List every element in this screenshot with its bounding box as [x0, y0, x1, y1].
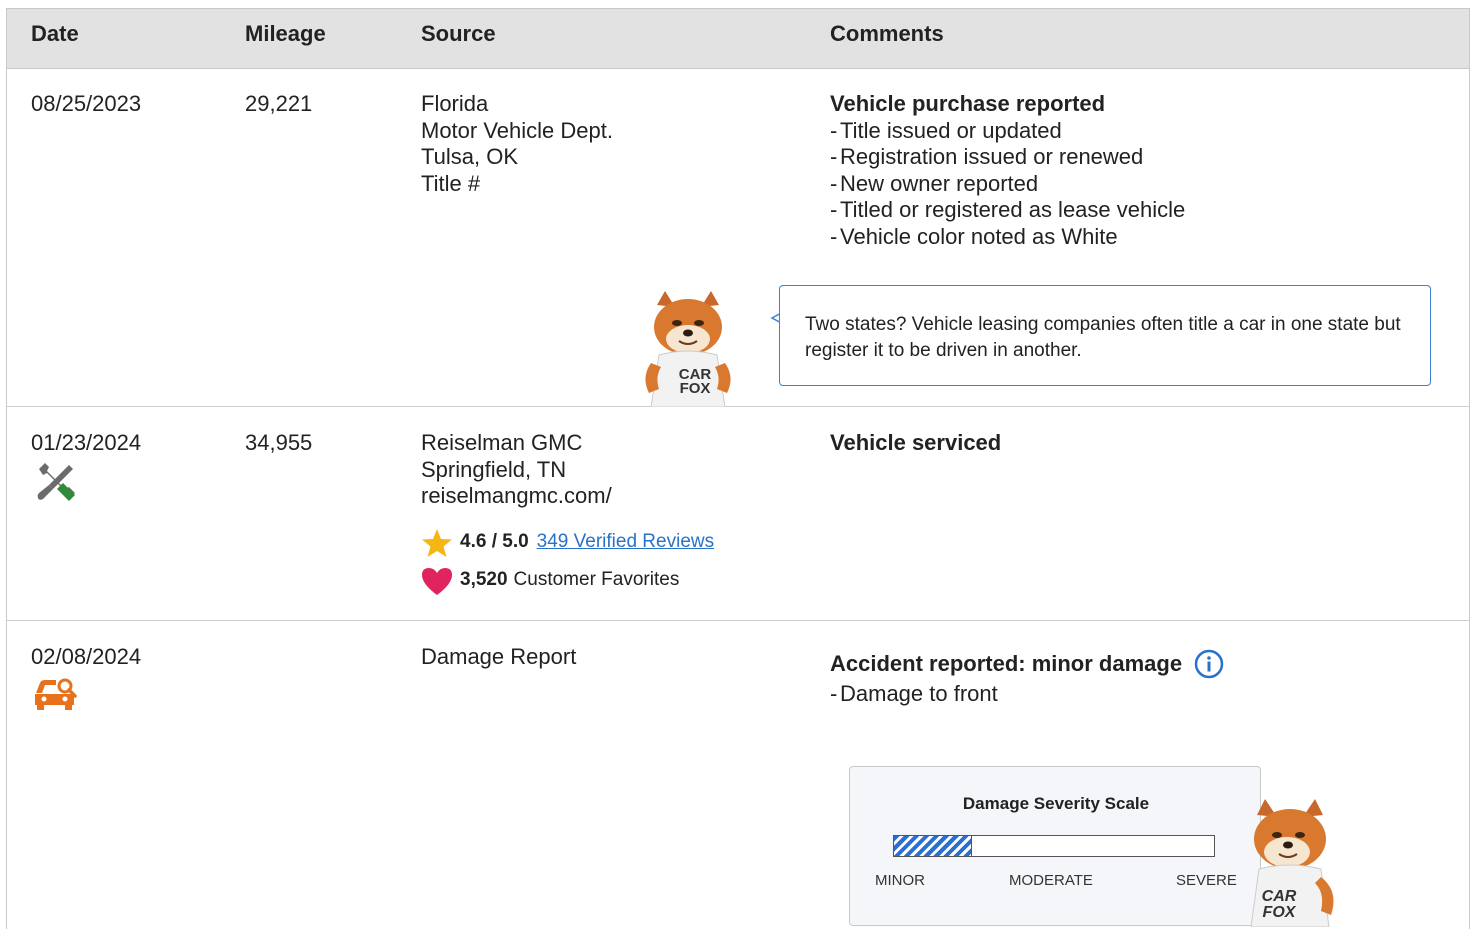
comment-item: Damage to front — [830, 681, 1224, 708]
row-date: 02/08/2024 — [31, 644, 142, 669]
source-line: reiselmangmc.com/ — [421, 483, 612, 508]
rating-line: 4.6 / 5.0 349 Verified Reviews — [421, 528, 714, 558]
favorites-count: 3,520 — [460, 569, 508, 591]
tip-callout: Two states? Vehicle leasing companies of… — [779, 285, 1431, 386]
source-line: Springfield, TN — [421, 456, 567, 482]
table-header: Date Mileage Source Comments — [7, 9, 1469, 69]
comment-item: Title issued or updated — [830, 118, 1185, 145]
comment-title: Accident reported: minor damage — [830, 650, 1183, 676]
table-row: 02/08/2024 Damage Report Accident report… — [7, 621, 1469, 941]
info-icon[interactable] — [1194, 649, 1224, 679]
source-line: Tulsa, OK — [421, 144, 518, 169]
row-comments: Vehicle purchase reported Title issued o… — [830, 91, 1185, 250]
source-line: Florida — [421, 91, 489, 116]
comment-title: Vehicle serviced — [830, 430, 1002, 455]
mascot-shirt-text: FOX — [680, 380, 711, 397]
favorites-line: 3,520 Customer Favorites — [421, 566, 714, 596]
favorites-label: Customer Favorites — [513, 569, 680, 591]
header-comments: Comments — [830, 21, 944, 46]
comment-item: Registration issued or renewed — [830, 144, 1185, 171]
severity-scale-title: Damage Severity Scale — [962, 794, 1150, 813]
mascot-shirt-text: FOX — [1263, 904, 1297, 921]
comment-item: Titled or registered as lease vehicle — [830, 197, 1185, 224]
heart-icon — [422, 567, 452, 595]
row-mileage: 34,955 — [245, 430, 313, 455]
star-icon — [422, 528, 452, 557]
verified-reviews-link[interactable]: 349 Verified Reviews — [537, 529, 714, 556]
comment-item: Vehicle color noted as White — [830, 224, 1185, 251]
carfox-mascot-icon: CAR FOX — [645, 291, 731, 407]
car-damage-icon — [35, 678, 77, 710]
row-mileage: 29,221 — [245, 91, 313, 116]
service-tools-icon — [37, 463, 75, 501]
rating-value: 4.6 / 5.0 — [460, 531, 529, 553]
vehicle-history-table: Date Mileage Source Comments 08/25/2023 … — [6, 8, 1470, 929]
row-comments: Vehicle serviced — [830, 430, 1001, 457]
row-source: Damage Report — [421, 644, 576, 671]
header-source: Source — [421, 21, 496, 46]
severity-label-severe: SEVERE — [1176, 872, 1237, 889]
comment-title: Vehicle purchase reported — [830, 91, 1106, 116]
table-row: 08/25/2023 29,221 Florida Motor Vehicle … — [7, 69, 1469, 407]
source-line: Damage Report — [421, 644, 577, 669]
source-line: Reiselman GMC — [421, 430, 583, 455]
row-date: 01/23/2024 — [31, 430, 142, 455]
row-source: Reiselman GMC Springfield, TN reiselmang… — [421, 430, 714, 596]
carfox-mascot-icon: CAR FOX — [1250, 799, 1334, 927]
source-line: Motor Vehicle Dept. — [421, 117, 613, 143]
mascot-shirt-text: CAR — [1262, 888, 1297, 905]
source-line: Title # — [421, 170, 481, 196]
header-date: Date — [31, 21, 79, 46]
severity-label-minor: MINOR — [875, 872, 925, 889]
damage-severity-scale: Damage Severity Scale MINOR MODERATE SEV… — [849, 766, 1261, 926]
severity-bar — [893, 835, 1215, 857]
comment-item: New owner reported — [830, 171, 1185, 198]
table-row: 01/23/2024 34,955 Reiselman GMC Springfi… — [7, 407, 1469, 621]
severity-label-moderate: MODERATE — [1009, 872, 1093, 889]
row-date: 08/25/2023 — [31, 91, 142, 116]
header-mileage: Mileage — [245, 21, 326, 46]
row-source: Florida Motor Vehicle Dept. Tulsa, OK Ti… — [421, 91, 613, 197]
severity-bar-fill — [894, 836, 972, 856]
row-comments: Accident reported: minor damage Damage t… — [830, 649, 1224, 708]
